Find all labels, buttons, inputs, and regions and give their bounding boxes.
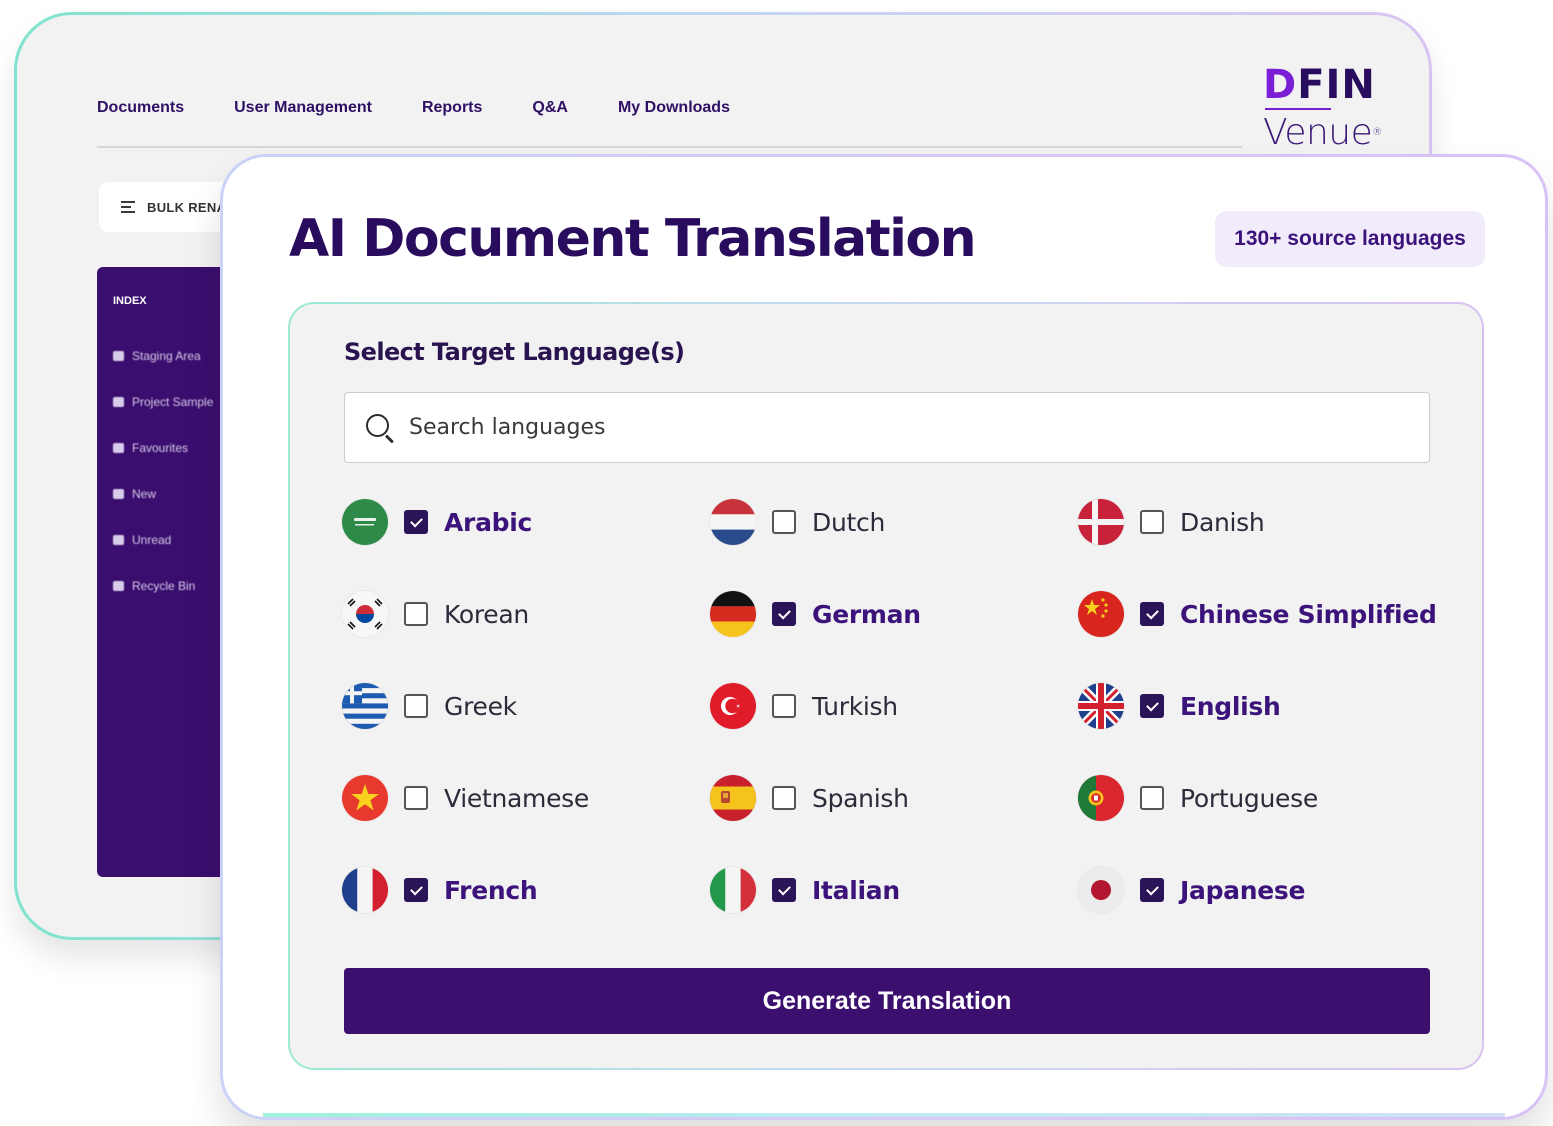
top-nav: Documents User Management Reports Q&A My… — [97, 99, 780, 117]
china-flag-icon — [1078, 591, 1124, 637]
page-title: AI Document Translation — [289, 209, 977, 269]
language-option-korean[interactable]: Korean — [342, 590, 710, 638]
checkbox-arabic[interactable] — [404, 510, 428, 534]
translation-card-surface: AI Document Translation 130+ source lang… — [223, 157, 1545, 1117]
checkbox-german[interactable] — [772, 602, 796, 626]
logo-rule — [1265, 108, 1331, 110]
checkbox-danish[interactable] — [1140, 510, 1164, 534]
nav-divider — [97, 146, 1242, 148]
united-kingdom-flag-icon — [1078, 683, 1124, 729]
language-option-english[interactable]: English — [1078, 682, 1446, 730]
language-option-vietnamese[interactable]: Vietnamese — [342, 774, 710, 822]
new-icon — [113, 489, 124, 499]
recycle-icon — [113, 581, 124, 591]
search-input[interactable] — [409, 393, 1429, 462]
language-option-danish[interactable]: Danish — [1078, 498, 1446, 546]
germany-flag-icon — [710, 591, 756, 637]
checkbox-chinese-simplified[interactable] — [1140, 602, 1164, 626]
document-icon — [113, 351, 124, 361]
language-label: Japanese — [1180, 875, 1306, 905]
language-panel-frame: Select Target Language(s) Arabic — [288, 302, 1484, 1070]
nav-reports[interactable]: Reports — [422, 99, 482, 117]
italy-flag-icon — [710, 867, 756, 913]
language-label: German — [812, 599, 921, 629]
panel-heading: Select Target Language(s) — [344, 338, 685, 366]
france-flag-icon — [342, 867, 388, 913]
language-panel: Select Target Language(s) Arabic — [290, 304, 1482, 1068]
nav-documents[interactable]: Documents — [97, 99, 184, 117]
language-label: French — [444, 875, 538, 905]
denmark-flag-icon — [1078, 499, 1124, 545]
language-option-portuguese[interactable]: Portuguese — [1078, 774, 1446, 822]
language-label: Dutch — [812, 507, 885, 537]
logo-wordmark: D FIN — [1263, 62, 1376, 108]
checkbox-korean[interactable] — [404, 602, 428, 626]
source-languages-badge: 130+ source languages — [1215, 211, 1485, 267]
language-label: English — [1180, 691, 1281, 721]
spain-flag-icon — [710, 775, 756, 821]
language-option-arabic[interactable]: Arabic — [342, 498, 710, 546]
portugal-flag-icon — [1078, 775, 1124, 821]
checkbox-italian[interactable] — [772, 878, 796, 902]
south-korea-flag-icon — [342, 591, 388, 637]
language-label: Greek — [444, 691, 517, 721]
language-option-spanish[interactable]: Spanish — [710, 774, 1078, 822]
search-icon — [365, 413, 395, 443]
mail-icon — [113, 535, 124, 545]
checkbox-french[interactable] — [404, 878, 428, 902]
logo-venue: Venue® — [1263, 112, 1382, 153]
language-label: Italian — [812, 875, 900, 905]
language-label: Turkish — [812, 691, 898, 721]
search-box[interactable] — [344, 392, 1430, 463]
list-icon — [121, 201, 135, 213]
language-label: Spanish — [812, 783, 909, 813]
language-option-japanese[interactable]: Japanese — [1078, 866, 1446, 914]
checkbox-portuguese[interactable] — [1140, 786, 1164, 810]
checkbox-english[interactable] — [1140, 694, 1164, 718]
language-label: Korean — [444, 599, 529, 629]
language-option-italian[interactable]: Italian — [710, 866, 1078, 914]
language-option-dutch[interactable]: Dutch — [710, 498, 1078, 546]
bulk-rename-label: BULK RENA — [147, 199, 227, 215]
language-grid: Arabic Dutch Danish Korean German Chines… — [342, 498, 1452, 958]
language-option-german[interactable]: German — [710, 590, 1078, 638]
language-label: Portuguese — [1180, 783, 1318, 813]
netherlands-flag-icon — [710, 499, 756, 545]
folder-icon — [113, 397, 124, 407]
translation-card: AI Document Translation 130+ source lang… — [220, 154, 1548, 1120]
nav-qa[interactable]: Q&A — [532, 99, 568, 117]
saudi-arabia-flag-icon — [342, 499, 388, 545]
checkbox-spanish[interactable] — [772, 786, 796, 810]
language-label: Chinese Simplified — [1180, 599, 1437, 629]
language-label: Danish — [1180, 507, 1265, 537]
language-option-chinese-simplified[interactable]: Chinese Simplified — [1078, 590, 1446, 638]
nav-my-downloads[interactable]: My Downloads — [618, 99, 730, 117]
language-label: Vietnamese — [444, 783, 589, 813]
checkbox-turkish[interactable] — [772, 694, 796, 718]
vietnam-flag-icon — [342, 775, 388, 821]
card-bottom-accent — [263, 1113, 1505, 1117]
japan-flag-icon — [1078, 867, 1124, 913]
dfin-venue-logo: D FIN Venue® — [1263, 65, 1383, 152]
checkbox-greek[interactable] — [404, 694, 428, 718]
language-option-turkish[interactable]: Turkish — [710, 682, 1078, 730]
checkbox-vietnamese[interactable] — [404, 786, 428, 810]
nav-user-management[interactable]: User Management — [234, 99, 372, 117]
checkbox-japanese[interactable] — [1140, 878, 1164, 902]
language-label: Arabic — [444, 507, 533, 537]
checkbox-dutch[interactable] — [772, 510, 796, 534]
language-option-greek[interactable]: Greek — [342, 682, 710, 730]
language-option-french[interactable]: French — [342, 866, 710, 914]
turkey-flag-icon — [710, 683, 756, 729]
greece-flag-icon — [342, 683, 388, 729]
generate-translation-button[interactable]: Generate Translation — [344, 968, 1430, 1034]
star-icon — [113, 443, 124, 453]
